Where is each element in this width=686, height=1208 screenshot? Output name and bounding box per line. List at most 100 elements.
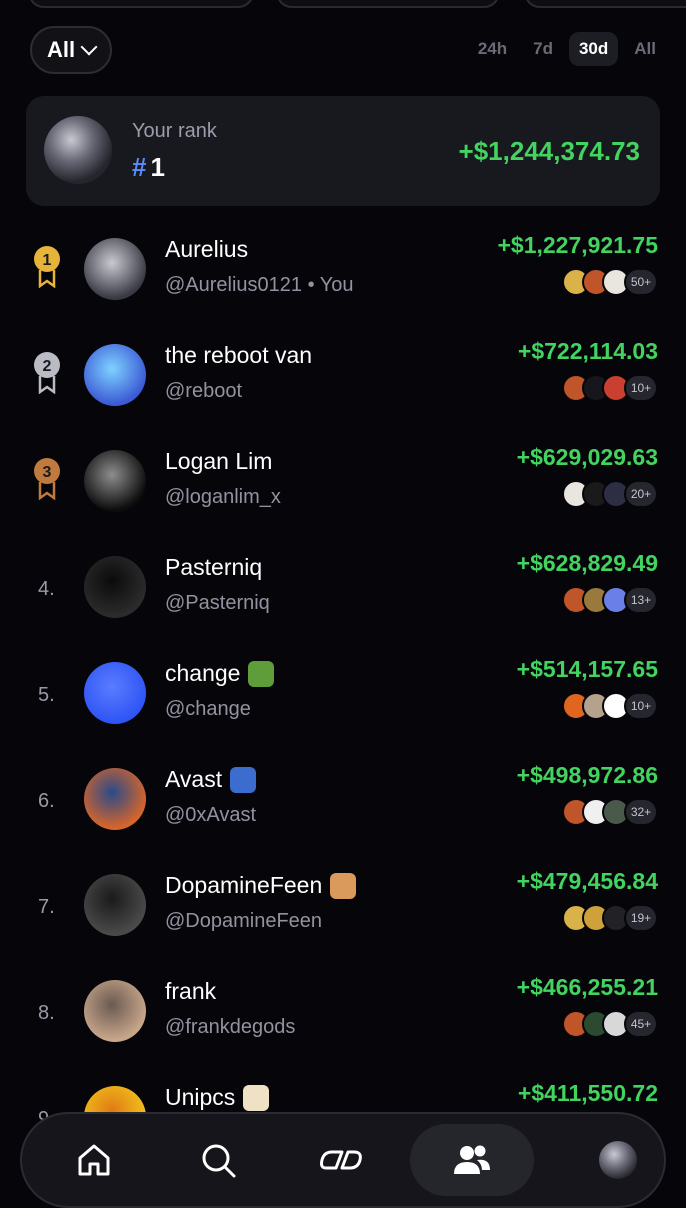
rank-number: 5. xyxy=(38,684,55,706)
chevron-down-icon xyxy=(80,38,98,56)
pnl-amount: +$514,157.65 xyxy=(516,656,658,682)
more-tokens-count: 50+ xyxy=(624,268,658,296)
user-name-text: change xyxy=(165,660,241,686)
your-rank-label: Your rank xyxy=(132,120,217,142)
avatar[interactable] xyxy=(84,556,146,618)
token-holdings: 50+ xyxy=(562,268,658,296)
token-holdings: 32+ xyxy=(562,798,658,826)
nav-change[interactable] xyxy=(306,1124,378,1196)
top-pills-clipped xyxy=(0,0,686,8)
nav-search[interactable] xyxy=(182,1124,254,1196)
user-handle: @Pasterniq xyxy=(165,592,270,614)
pnl-amount: +$411,550.72 xyxy=(517,1080,658,1106)
more-tokens-count: 19+ xyxy=(624,904,658,932)
avatar[interactable] xyxy=(84,662,146,724)
top-pill[interactable] xyxy=(28,0,254,8)
leaderboard-row[interactable]: 1 Aurelius @Aurelius0121 • You +$1,227,9… xyxy=(0,226,686,332)
token-holdings: 10+ xyxy=(562,692,658,720)
leaderboard-row[interactable]: 4. Pasterniq @Pasterniq +$628,829.49 13+ xyxy=(0,544,686,650)
leaderboard-row[interactable]: 6. Avast @0xAvast +$498,972.86 32+ xyxy=(0,756,686,862)
user-name: Aurelius xyxy=(165,236,248,263)
token-holdings: 20+ xyxy=(562,480,658,508)
avatar[interactable] xyxy=(84,450,146,512)
user-name-text: Pasterniq xyxy=(165,554,263,580)
leaderboard-row[interactable]: 5. change @change +$514,157.65 10+ xyxy=(0,650,686,756)
rank-number: 4. xyxy=(38,578,55,600)
your-rank-card[interactable]: Your rank #1 +$1,244,374.73 xyxy=(26,96,660,206)
user-name-text: frank xyxy=(165,978,217,1004)
token-holdings: 45+ xyxy=(562,1010,658,1038)
nav-profile[interactable] xyxy=(582,1124,654,1196)
user-name-text: Logan Lim xyxy=(165,448,273,474)
more-tokens-count: 45+ xyxy=(624,1010,658,1038)
avatar[interactable] xyxy=(84,980,146,1042)
rank-medal-icon: 2 xyxy=(34,352,60,394)
user-name: Avast xyxy=(165,766,257,793)
rank-hash: # xyxy=(132,152,147,182)
pnl-amount: +$479,456.84 xyxy=(516,868,658,894)
scope-filter-dropdown[interactable]: All xyxy=(30,26,112,74)
pnl-amount: +$466,255.21 xyxy=(516,974,658,1000)
time-range-tabs: 24h 7d 30d All xyxy=(468,32,666,66)
user-name-text: Unipcs xyxy=(165,1084,236,1110)
user-handle: @DopamineFeen xyxy=(165,910,323,932)
token-holdings: 19+ xyxy=(562,904,658,932)
search-icon xyxy=(202,1144,236,1178)
pnl-amount: +$1,227,921.75 xyxy=(497,232,658,258)
user-name-text: Aurelius xyxy=(165,236,249,262)
rank-value: 1 xyxy=(150,152,165,182)
bottom-nav xyxy=(20,1112,666,1208)
user-name: DopamineFeen xyxy=(165,872,357,899)
tab-all[interactable]: All xyxy=(624,32,666,66)
rank-medal-icon: 3 xyxy=(34,458,60,500)
people-icon xyxy=(454,1145,490,1174)
user-handle: @frankdegods xyxy=(165,1016,296,1038)
user-name-text: the reboot van xyxy=(165,342,313,368)
leaderboard-row[interactable]: 2 the reboot van @reboot +$722,114.03 10… xyxy=(0,332,686,438)
scope-filter-label: All xyxy=(46,37,76,62)
tab-24h[interactable]: 24h xyxy=(468,32,517,66)
rank-number: 6. xyxy=(38,790,55,812)
user-name-text: Avast xyxy=(165,766,223,792)
your-rank-number: #1 xyxy=(132,152,165,183)
more-tokens-count: 13+ xyxy=(624,586,658,614)
pnl-amount: +$722,114.03 xyxy=(517,338,658,364)
pnl-amount: +$498,972.86 xyxy=(516,762,658,788)
leaderboard-row[interactable]: 3 Logan Lim @loganlim_x +$629,029.63 20+ xyxy=(0,438,686,544)
avatar[interactable] xyxy=(84,768,146,830)
more-tokens-count: 32+ xyxy=(624,798,658,826)
token-holdings: 13+ xyxy=(562,586,658,614)
leaderboard-row[interactable]: 8. frank @frankdegods +$466,255.21 45+ xyxy=(0,968,686,1074)
avatar[interactable] xyxy=(84,238,146,300)
user-handle: @Aurelius0121 • You xyxy=(165,274,354,296)
rank-medal-number: 2 xyxy=(43,358,52,375)
user-handle: @change xyxy=(165,698,251,720)
rank-number: 7. xyxy=(38,896,55,918)
user-name: change xyxy=(165,660,275,687)
token-holdings: 10+ xyxy=(562,374,658,402)
more-tokens-count: 20+ xyxy=(624,480,658,508)
avatar[interactable] xyxy=(84,344,146,406)
user-handle: @0xAvast xyxy=(165,804,257,826)
top-pill[interactable] xyxy=(524,0,686,8)
leaderboard-row[interactable]: 7. DopamineFeen @DopamineFeen +$479,456.… xyxy=(0,862,686,968)
avatar[interactable] xyxy=(84,874,146,936)
user-handle: @reboot xyxy=(165,380,243,402)
change-logo-icon xyxy=(320,1150,362,1170)
nav-leaderboard[interactable] xyxy=(410,1124,534,1196)
home-icon xyxy=(78,1144,110,1176)
nav-home[interactable] xyxy=(58,1124,130,1196)
rank-medal-number: 1 xyxy=(43,252,52,269)
user-name: Unipcs xyxy=(165,1084,270,1111)
name-emoji-icon xyxy=(330,872,357,899)
user-name: frank xyxy=(165,978,216,1005)
rank-number: 8. xyxy=(38,1002,55,1024)
top-pill[interactable] xyxy=(276,0,500,8)
user-handle: @loganlim_x xyxy=(165,486,281,508)
rank-medal-icon: 1 xyxy=(34,246,60,288)
profile-avatar xyxy=(599,1141,637,1179)
user-name: Logan Lim xyxy=(165,448,272,475)
name-emoji-icon xyxy=(243,1084,270,1111)
tab-7d[interactable]: 7d xyxy=(523,32,563,66)
tab-30d[interactable]: 30d xyxy=(568,32,619,66)
